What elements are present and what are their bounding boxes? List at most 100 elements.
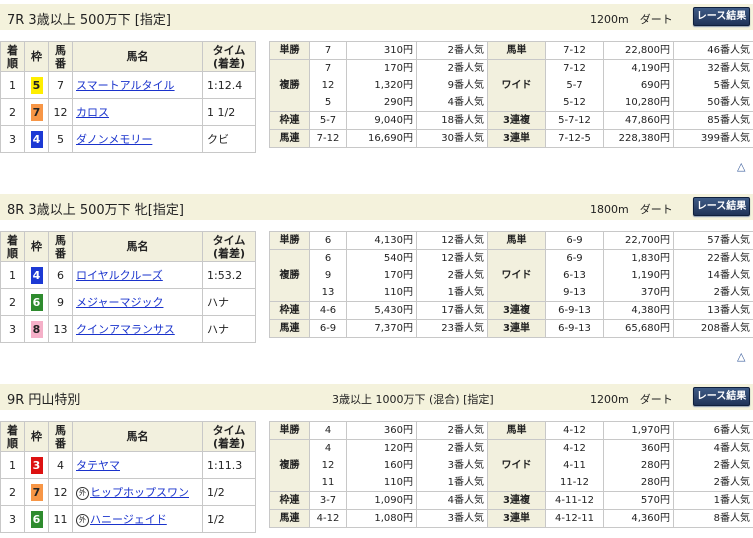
- umatan-amount: 22,700円: [603, 231, 674, 250]
- fukusho-popularity: 2番人気 3番人気 1番人気: [416, 439, 488, 492]
- umatan-number: 4-12: [545, 421, 604, 440]
- header-waku: 枠: [24, 421, 49, 452]
- label-wide: ワイド: [487, 249, 546, 302]
- sanrenpuku-amount: 47,860円: [603, 111, 674, 130]
- result-table: 着順 枠 馬番 馬名 タイム (着差) 1 3 4 タテヤマ 1:11.3 2 7…: [0, 421, 256, 533]
- tansho-amount: 360円: [346, 421, 417, 440]
- fukusho-numbers: 7 12 5: [309, 59, 347, 112]
- label-wakuren: 枠連: [269, 301, 310, 320]
- waku-badge: 3: [30, 456, 43, 474]
- horse-name-link[interactable]: ロイヤルクルーズ: [76, 269, 163, 282]
- label-wakuren: 枠連: [269, 111, 310, 130]
- header-bamei: 馬名: [72, 231, 203, 262]
- horse-number: 5: [48, 125, 73, 153]
- tansho-amount: 310円: [346, 41, 417, 60]
- label-sanrentan: 3連単: [487, 509, 546, 528]
- sanrenpuku-amount: 570円: [603, 491, 674, 510]
- time-margin: 1:53.2: [202, 261, 256, 289]
- waku-cell: 3: [24, 451, 49, 479]
- horse-name-link[interactable]: スマートアルタイル: [76, 79, 175, 92]
- result-row: 1 4 6 ロイヤルクルーズ 1:53.2: [0, 261, 256, 289]
- horse-number: 4: [48, 451, 73, 479]
- payout-table: 単勝 6 4,130円 12番人気 馬単 6-9 22,700円 57番人気 複…: [269, 231, 753, 338]
- race-header: 9R 円山特別 3歳以上 1000万下 (混合) [指定] 1200m ダート …: [0, 384, 753, 410]
- label-sanrenpuku: 3連複: [487, 491, 546, 510]
- umaren-number: 7-12: [309, 129, 347, 148]
- horse-name-link[interactable]: ヒップホップスワン: [90, 486, 189, 499]
- horse-name-cell: タテヤマ: [72, 451, 203, 479]
- race-header: 7R 3歳以上 500万下 [指定] 1200m ダート レース結果: [0, 4, 753, 30]
- umatan-amount: 22,800円: [603, 41, 674, 60]
- sanrentan-amount: 65,680円: [603, 319, 674, 338]
- header-chakujun: 着順: [0, 41, 25, 72]
- horse-name-link[interactable]: カロス: [76, 106, 109, 119]
- label-fukusho: 複勝: [269, 439, 310, 492]
- label-sanrenpuku: 3連複: [487, 301, 546, 320]
- page-top-icon[interactable]: △: [737, 350, 745, 363]
- waku-badge: 8: [30, 320, 43, 338]
- label-wakuren: 枠連: [269, 491, 310, 510]
- waku-badge: 6: [30, 510, 43, 528]
- label-wide: ワイド: [487, 439, 546, 492]
- header-umaban: 馬番: [48, 41, 73, 72]
- waku-badge: 7: [30, 103, 43, 121]
- race-result-button[interactable]: レース結果: [693, 7, 750, 26]
- time-margin: 1/2: [202, 505, 256, 533]
- header-waku: 枠: [24, 41, 49, 72]
- umaren-popularity: 30番人気: [416, 129, 488, 148]
- finish-position: 2: [0, 288, 25, 316]
- finish-position: 1: [0, 71, 25, 99]
- label-sanrentan: 3連単: [487, 129, 546, 148]
- horse-number: 12: [48, 478, 73, 506]
- wakuren-amount: 5,430円: [346, 301, 417, 320]
- race-title: 7R 3歳以上 500万下 [指定]: [7, 13, 171, 28]
- waku-badge: 6: [30, 293, 43, 311]
- wide-numbers: 6-9 6-13 9-13: [545, 249, 604, 302]
- umaren-amount: 1,080円: [346, 509, 417, 528]
- wakuren-number: 5-7: [309, 111, 347, 130]
- umaren-number: 4-12: [309, 509, 347, 528]
- tansho-amount: 4,130円: [346, 231, 417, 250]
- horse-number: 7: [48, 71, 73, 99]
- time-margin: ハナ: [202, 288, 256, 316]
- waku-badge: 4: [30, 130, 43, 148]
- wide-popularity: 32番人気 5番人気 50番人気: [673, 59, 753, 112]
- result-table: 着順 枠 馬番 馬名 タイム (着差) 1 4 6 ロイヤルクルーズ 1:53.2…: [0, 231, 256, 343]
- header-time: タイム (着差): [202, 231, 256, 262]
- page-top-icon[interactable]: △: [737, 160, 745, 173]
- wakuren-popularity: 4番人気: [416, 491, 488, 510]
- horse-name-cell: 外ハニージェイド: [72, 505, 203, 533]
- race-title: 8R 3歳以上 500万下 牝[指定]: [7, 203, 184, 218]
- sanrenpuku-popularity: 13番人気: [673, 301, 753, 320]
- race-result-button[interactable]: レース結果: [693, 197, 750, 216]
- wakuren-amount: 9,040円: [346, 111, 417, 130]
- horse-name-link[interactable]: クインアマランサス: [76, 323, 175, 336]
- umatan-popularity: 6番人気: [673, 421, 753, 440]
- time-margin: 1:12.4: [202, 71, 256, 99]
- label-tansho: 単勝: [269, 231, 310, 250]
- waku-cell: 4: [24, 261, 49, 289]
- race-condition: 3歳以上 1000万下 (混合) [指定]: [332, 393, 494, 406]
- sanrenpuku-amount: 4,380円: [603, 301, 674, 320]
- result-row: 3 8 13 クインアマランサス ハナ: [0, 315, 256, 343]
- horse-name-link[interactable]: ダノンメモリー: [76, 133, 152, 146]
- time-margin: クビ: [202, 125, 256, 153]
- race-distance: 1800m ダート: [590, 203, 673, 216]
- race-header: 8R 3歳以上 500万下 牝[指定] 1800m ダート レース結果: [0, 194, 753, 220]
- result-row: 2 6 9 メジャーマジック ハナ: [0, 288, 256, 316]
- horse-name-link[interactable]: メジャーマジック: [76, 296, 163, 309]
- sanrentan-number: 4-12-11: [545, 509, 604, 528]
- race-result-button[interactable]: レース結果: [693, 387, 750, 406]
- payout-table: 単勝 7 310円 2番人気 馬単 7-12 22,800円 46番人気 複勝 …: [269, 41, 753, 148]
- fukusho-numbers: 6 9 13: [309, 249, 347, 302]
- waku-cell: 7: [24, 98, 49, 126]
- horse-name-link[interactable]: ハニージェイド: [90, 513, 167, 526]
- horse-name-cell: クインアマランサス: [72, 315, 203, 343]
- label-sanrentan: 3連単: [487, 319, 546, 338]
- horse-name-link[interactable]: タテヤマ: [76, 459, 120, 472]
- wakuren-amount: 1,090円: [346, 491, 417, 510]
- sanrentan-popularity: 208番人気: [673, 319, 753, 338]
- fukusho-numbers: 4 12 11: [309, 439, 347, 492]
- sanrentan-popularity: 8番人気: [673, 509, 753, 528]
- label-umatan: 馬単: [487, 421, 546, 440]
